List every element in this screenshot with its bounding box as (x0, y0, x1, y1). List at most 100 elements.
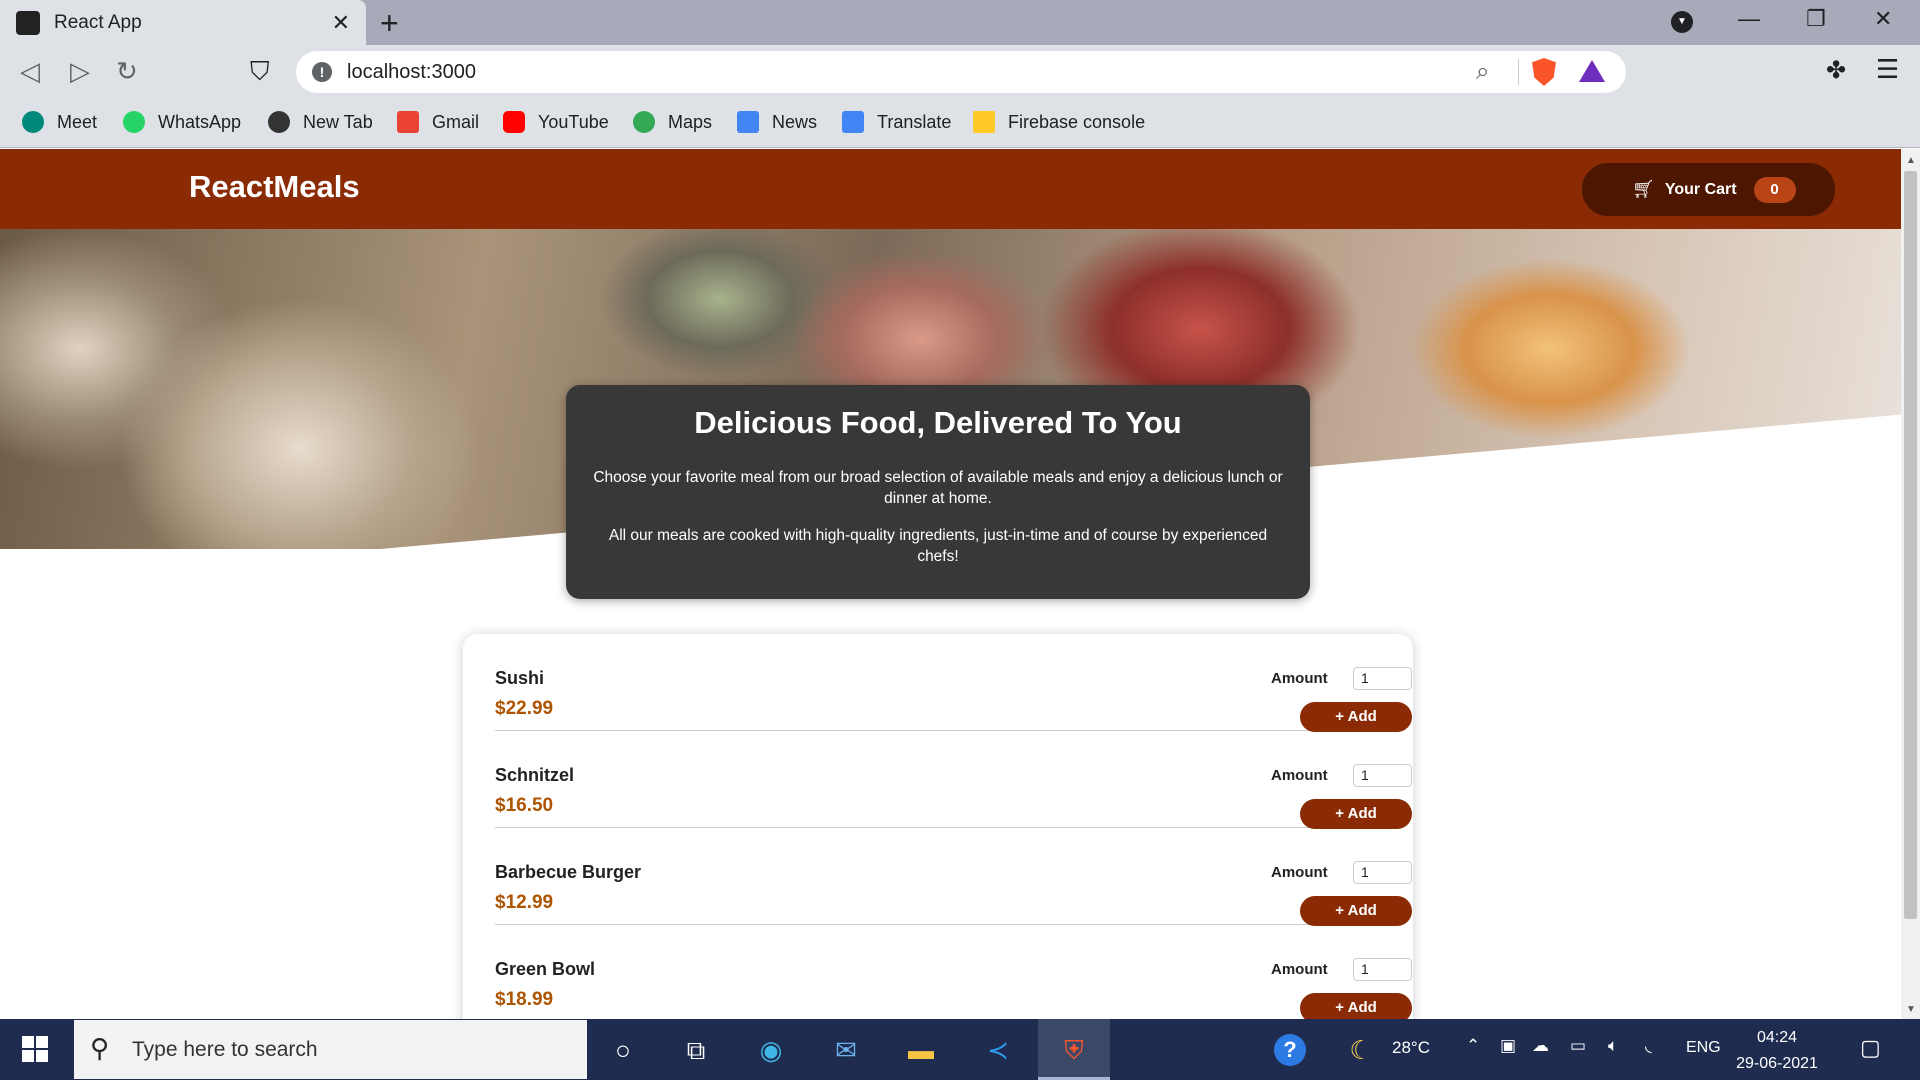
show-hidden-icons-icon[interactable]: ⌃ (1466, 1036, 1480, 1056)
summary-paragraph: Choose your favorite meal from our broad… (593, 469, 1283, 507)
summary-title: Delicious Food, Delivered To You (694, 405, 1182, 440)
site-info-icon[interactable]: ! (312, 62, 332, 82)
brave-shield-icon[interactable] (1532, 58, 1556, 86)
cart-count-badge: 0 (1753, 176, 1796, 203)
amount-label: Amount (1271, 767, 1328, 784)
clock-time: 04:24 (1756, 1029, 1798, 1046)
scroll-up-icon[interactable]: ▲ (1906, 155, 1916, 166)
add-button[interactable]: + Add (1300, 702, 1412, 732)
whatsapp-icon (123, 111, 145, 133)
new-tab-icon[interactable]: + (380, 5, 399, 42)
add-button[interactable]: + Add (1300, 896, 1412, 926)
meal-name: Schnitzel (495, 765, 575, 785)
amount-input[interactable]: 1 (1353, 764, 1412, 787)
notifications-icon[interactable]: ▢ (1860, 1035, 1881, 1061)
help-icon[interactable]: ? (1274, 1034, 1306, 1066)
amount-input[interactable]: 1 (1353, 861, 1412, 884)
bookmark-label: YouTube (538, 111, 609, 132)
brave-taskbar-button[interactable]: ⛨ (1038, 1019, 1110, 1080)
meal-item: Schnitzel $16.50 Amount 1 + Add (495, 731, 1412, 829)
vscode-icon[interactable]: ≺ (982, 1034, 1014, 1066)
brave-rewards-icon[interactable] (1579, 60, 1605, 82)
search-icon: ⚲ (90, 1033, 110, 1063)
firebase-icon (973, 111, 995, 133)
scroll-down-icon[interactable]: ▼ (1906, 1004, 1916, 1015)
battery-icon[interactable]: ▭ (1570, 1036, 1586, 1056)
cortana-icon[interactable]: ○ (607, 1034, 639, 1066)
zoom-icon[interactable]: ⌕ (1476, 58, 1489, 86)
extensions-icon[interactable]: ✤ (1826, 56, 1846, 85)
volume-icon[interactable]: 🔈︎ (1608, 1036, 1618, 1056)
meet-now-icon[interactable]: ▣ (1500, 1036, 1516, 1056)
meal-name: Green Bowl (495, 959, 596, 979)
browser-tab[interactable]: React App ✕ (0, 0, 366, 45)
gmail-icon (397, 111, 419, 133)
minimize-icon[interactable]: — (1738, 6, 1760, 32)
file-explorer-icon[interactable]: ▬ (905, 1034, 937, 1066)
bookmark-news[interactable]: News (737, 109, 817, 135)
close-window-icon[interactable]: ✕ (1874, 6, 1892, 32)
bookmark-meet[interactable]: Meet (22, 109, 97, 135)
back-icon[interactable]: ◁ (20, 56, 40, 87)
bookmark-label: Translate (877, 111, 952, 132)
bookmark-maps[interactable]: Maps (633, 109, 712, 135)
bookmark-label: New Tab (303, 111, 373, 132)
globe-icon (268, 111, 290, 133)
wifi-icon[interactable]: ◟ (1645, 1036, 1652, 1056)
tab-search-icon[interactable]: ▼ (1671, 11, 1693, 33)
add-button[interactable]: + Add (1300, 993, 1412, 1019)
meal-price: $16.50 (495, 795, 554, 816)
bookmark-gmail[interactable]: Gmail (397, 109, 479, 135)
mail-icon[interactable]: ✉ (830, 1034, 862, 1066)
bookmark-firebase[interactable]: Firebase console (973, 109, 1145, 135)
bookmark-whatsapp[interactable]: WhatsApp (123, 109, 241, 135)
edge-icon[interactable]: ◉ (755, 1034, 787, 1066)
bookmark-new-tab[interactable]: New Tab (268, 109, 373, 135)
meals-summary: Delicious Food, Delivered To You Choose … (566, 385, 1310, 599)
windows-taskbar: ⚲ Type here to search ○ ⧉ ◉ ✉ ▬ ≺ ⛨ ? ☾ … (0, 1019, 1920, 1080)
add-button[interactable]: + Add (1300, 799, 1412, 829)
brand-title: ReactMeals (189, 169, 360, 204)
bookmark-label: Firebase console (1008, 111, 1146, 132)
available-meals-card: Sushi $22.99 Amount 1 + Add Schnitzel $1… (463, 634, 1413, 1019)
page-scrollbar[interactable]: ▲ ▼ (1901, 149, 1920, 1019)
bookmark-label: News (772, 111, 818, 132)
bookmark-label: Gmail (432, 111, 480, 132)
menu-icon[interactable]: ☰ (1876, 54, 1899, 85)
url-text[interactable]: localhost:3000 (347, 61, 476, 84)
divider (1518, 59, 1519, 85)
language-indicator[interactable]: ENG (1686, 1039, 1721, 1057)
close-tab-icon[interactable]: ✕ (332, 10, 350, 36)
taskbar-clock[interactable]: 04:24 29-06-2021 (1734, 1025, 1820, 1077)
onedrive-icon[interactable]: ☁ (1532, 1036, 1549, 1056)
restore-icon[interactable]: ❐ (1806, 6, 1826, 32)
app-header: ReactMeals 🛒︎ Your Cart 0 (0, 149, 1901, 229)
bookmark-translate[interactable]: Translate (842, 109, 951, 135)
address-bar[interactable]: ! localhost:3000 ⌕ (296, 51, 1626, 93)
taskbar-search[interactable]: ⚲ Type here to search (74, 1020, 587, 1079)
reload-icon[interactable]: ↻ (116, 56, 138, 87)
youtube-icon (503, 111, 525, 133)
amount-input[interactable]: 1 (1353, 667, 1412, 690)
scroll-thumb[interactable] (1904, 171, 1917, 919)
bookmark-label: WhatsApp (158, 111, 242, 132)
meal-name: Barbecue Burger (495, 862, 642, 882)
summary-paragraph: All our meals are cooked with high-quali… (608, 527, 1268, 565)
forward-icon[interactable]: ▷ (70, 56, 90, 87)
tab-title: React App (54, 12, 142, 33)
windows-start-icon[interactable] (22, 1036, 48, 1062)
cart-button[interactable]: 🛒︎ Your Cart 0 (1582, 163, 1835, 216)
cart-icon: 🛒︎ (1632, 179, 1655, 199)
amount-label: Amount (1271, 670, 1328, 687)
bookmark-icon[interactable]: ⛉ (250, 56, 270, 88)
meal-item: Barbecue Burger $12.99 Amount 1 + Add (495, 828, 1412, 926)
search-placeholder: Type here to search (132, 1038, 318, 1061)
task-view-icon[interactable]: ⧉ (680, 1034, 712, 1066)
bookmark-youtube[interactable]: YouTube (503, 109, 609, 135)
browser-tab-bar: React App ✕ + ▼ — ❐ ✕ (0, 0, 1920, 45)
amount-input[interactable]: 1 (1353, 958, 1412, 981)
maps-pin-icon (633, 111, 655, 133)
weather-temp[interactable]: 28°C (1392, 1038, 1430, 1058)
bookmarks-bar: Meet WhatsApp New Tab Gmail YouTube Maps… (0, 99, 1920, 148)
weather-moon-icon[interactable]: ☾ (1345, 1034, 1377, 1066)
